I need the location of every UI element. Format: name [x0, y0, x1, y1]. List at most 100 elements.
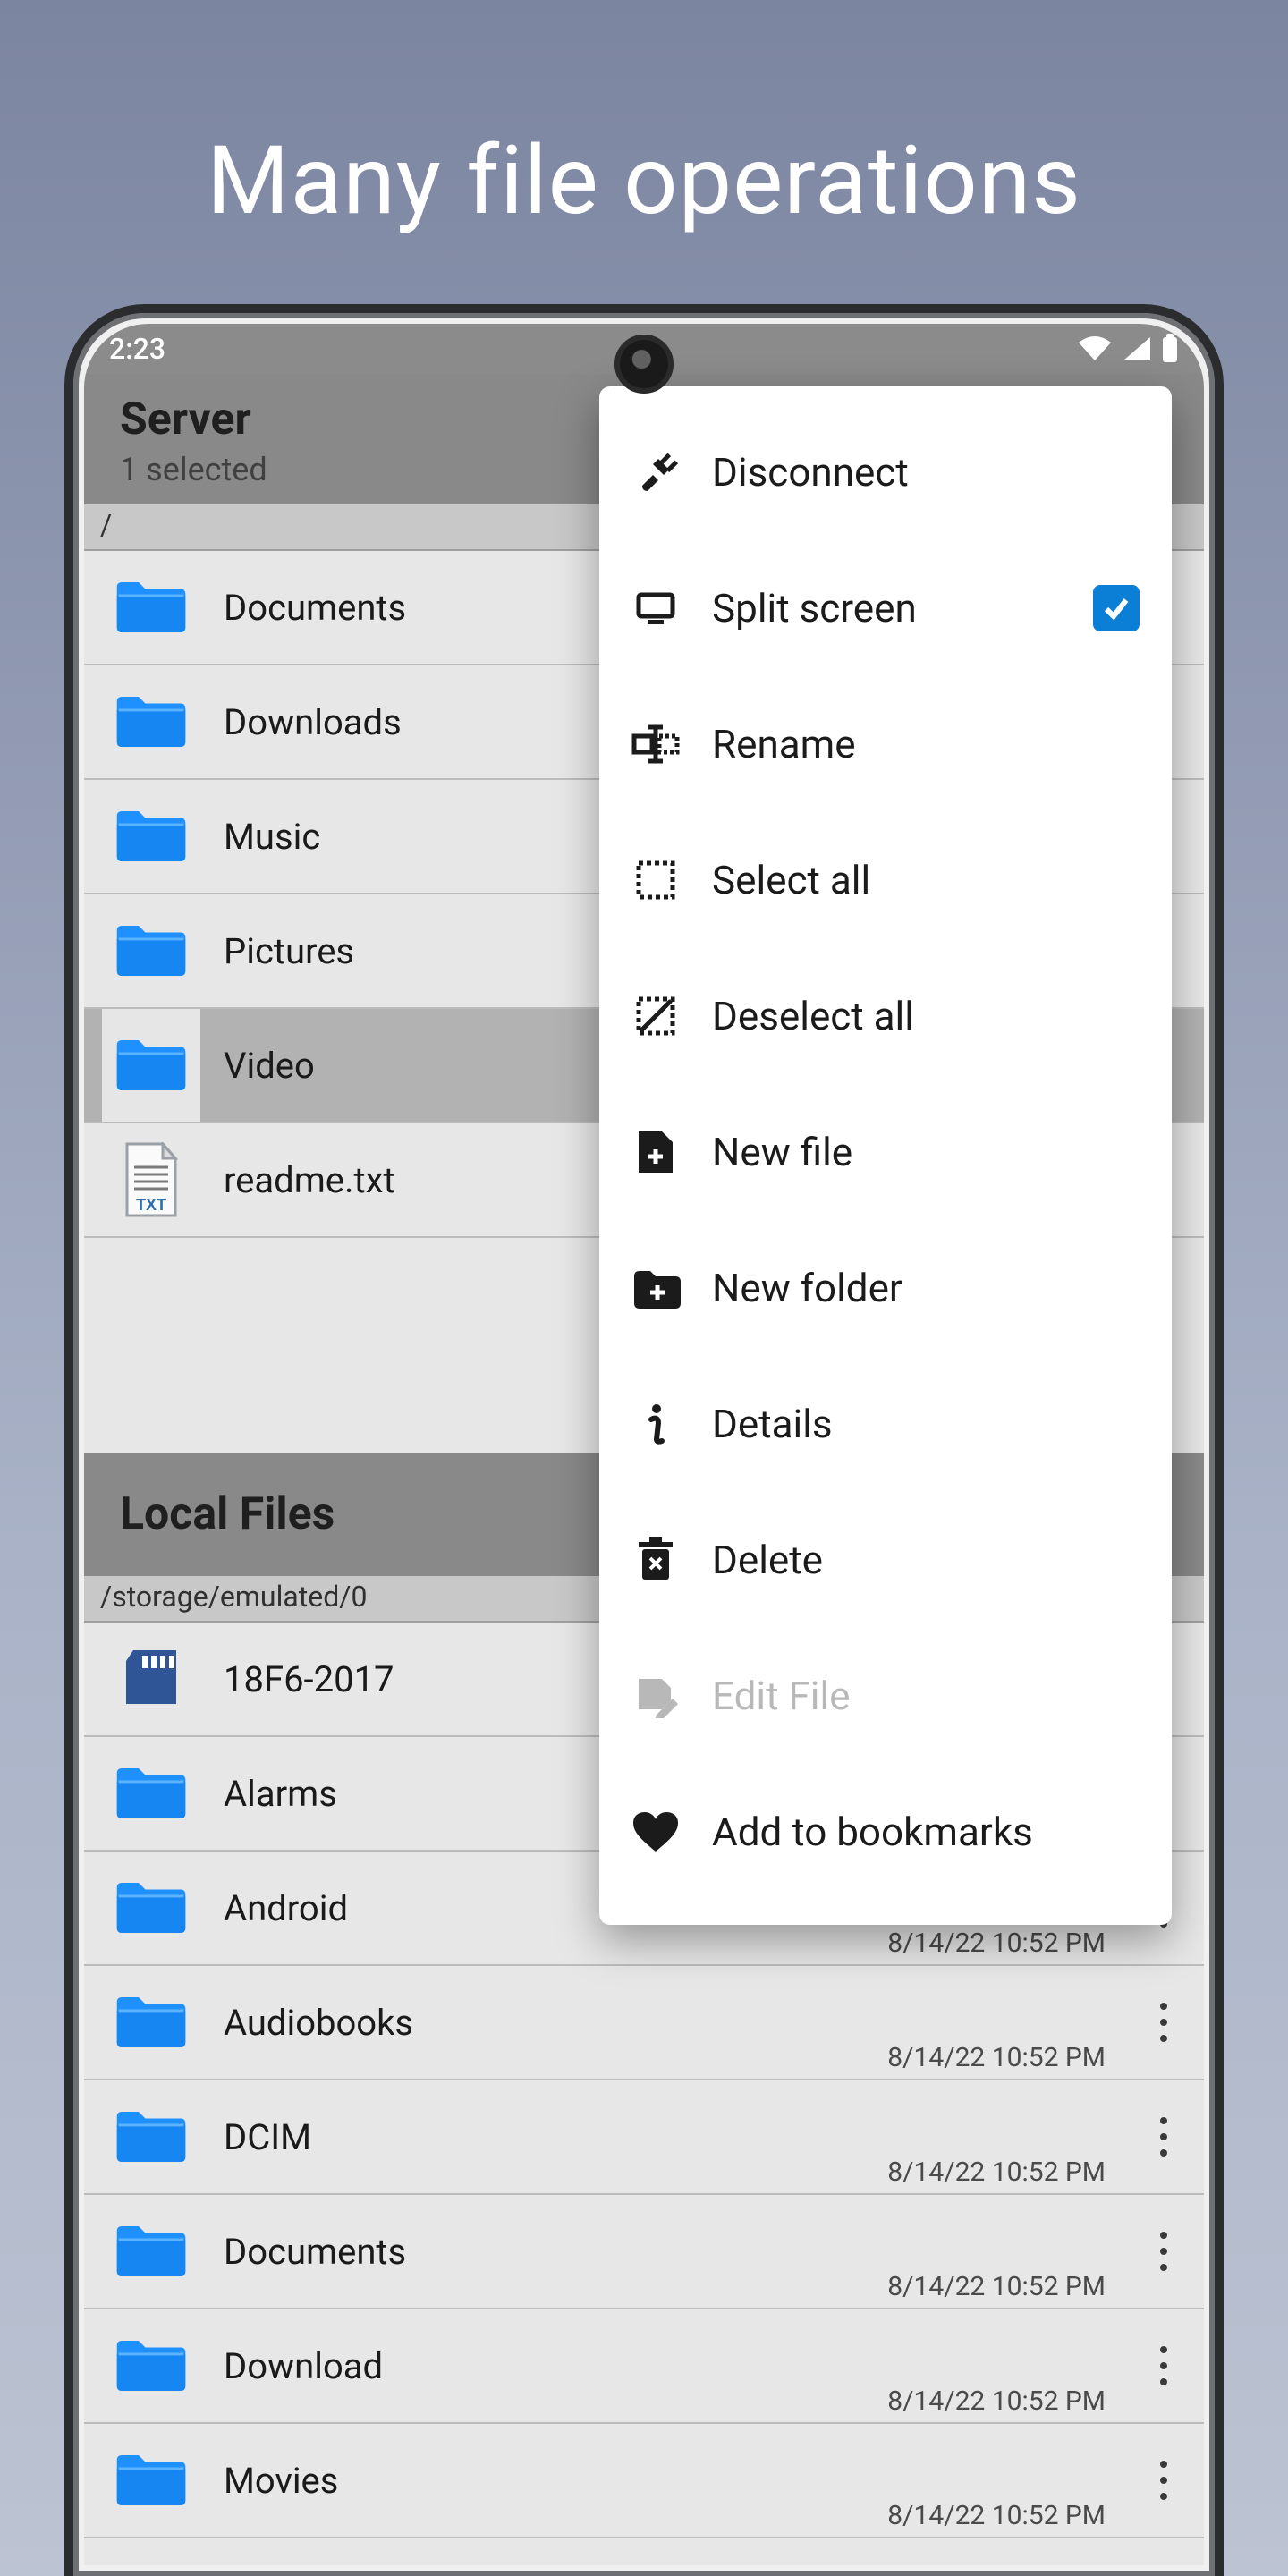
file-icon-wrap [102, 1123, 200, 1236]
context-menu: Disconnect Split screen Rename Select al… [599, 386, 1172, 1925]
folder-icon [114, 1992, 189, 2053]
edit-icon [624, 1674, 687, 1718]
menu-item-label: New file [712, 1129, 852, 1175]
device-frame: 2:23 Server 1 selected / Documents Downl… [64, 304, 1224, 2576]
menu-item-label: Deselect all [712, 993, 914, 1039]
file-icon-wrap [102, 1623, 200, 1735]
file-icon-wrap [102, 894, 200, 1007]
file-name-label: Android [224, 1887, 348, 1929]
menu-item-label: Details [712, 1401, 833, 1447]
menu-item-details[interactable]: Details [599, 1356, 1172, 1492]
menu-item-label: Disconnect [712, 449, 909, 496]
menu-item-label: Rename [712, 721, 856, 767]
menu-item-label: Edit File [712, 1673, 850, 1719]
file-row[interactable]: Movies 8/14/22 10:52 PM [84, 2424, 1204, 2538]
folder-icon [114, 1035, 189, 1096]
status-right-icons [1077, 334, 1179, 364]
txt-file-icon [120, 1142, 182, 1217]
cell-signal-icon [1122, 335, 1152, 362]
menu-item-label: Delete [712, 1537, 823, 1583]
menu-item-editfile: Edit File [599, 1628, 1172, 1764]
info-icon [624, 1402, 687, 1446]
file-name-label: DCIM [224, 2116, 311, 2158]
file-name-label: Alarms [224, 1773, 337, 1815]
battery-icon [1161, 334, 1179, 364]
file-date: 8/14/22 10:52 PM [887, 2500, 1106, 2531]
menu-item-label: Add to bookmarks [712, 1809, 1033, 1855]
folder-icon [114, 806, 189, 867]
more-options-button[interactable] [1141, 2117, 1186, 2157]
menu-item-bookmark[interactable]: Add to bookmarks [599, 1764, 1172, 1900]
folder-icon [114, 1763, 189, 1824]
file-name-label: Documents [224, 2231, 406, 2273]
file-icon-wrap [102, 1009, 200, 1122]
file-date: 8/14/22 10:52 PM [887, 1928, 1106, 1959]
select-all-icon [624, 858, 687, 902]
file-date: 8/14/22 10:52 PM [887, 2157, 1106, 2188]
more-options-button[interactable] [1141, 2003, 1186, 2042]
file-name-label: Video [224, 1045, 315, 1087]
new-file-icon [624, 1128, 687, 1176]
file-row[interactable]: Download 8/14/22 10:52 PM [84, 2309, 1204, 2424]
file-icon-wrap [102, 2309, 200, 2422]
file-icon-wrap [102, 2424, 200, 2537]
deselect-all-icon [624, 994, 687, 1038]
file-name-label: 18F6-2017 [224, 1658, 394, 1700]
menu-item-label: Select all [712, 857, 870, 903]
folder-icon [114, 577, 189, 638]
menu-item-newfile[interactable]: New file [599, 1084, 1172, 1220]
file-row[interactable]: Documents 8/14/22 10:52 PM [84, 2195, 1204, 2309]
file-icon-wrap [102, 2195, 200, 2308]
file-date: 8/14/22 10:52 PM [887, 2042, 1106, 2073]
menu-item-delete[interactable]: Delete [599, 1492, 1172, 1628]
file-date: 8/14/22 10:52 PM [887, 2385, 1106, 2417]
rename-icon [624, 722, 687, 767]
more-options-button[interactable] [1141, 2346, 1186, 2385]
check-icon [1093, 585, 1140, 631]
promo-title: Many file operations [0, 0, 1288, 290]
menu-item-label: New folder [712, 1265, 902, 1311]
folder-icon [114, 2335, 189, 2396]
file-icon-wrap [102, 1966, 200, 2079]
status-time: 2:23 [109, 332, 165, 366]
folder-icon [114, 691, 189, 752]
file-icon-wrap [102, 551, 200, 664]
menu-item-rename[interactable]: Rename [599, 676, 1172, 812]
file-row[interactable]: DCIM 8/14/22 10:52 PM [84, 2080, 1204, 2195]
new-folder-icon [624, 1267, 687, 1309]
file-name-label: Music [224, 816, 320, 858]
file-icon-wrap [102, 2080, 200, 2193]
menu-item-newfolder[interactable]: New folder [599, 1220, 1172, 1356]
file-icon-wrap [102, 1852, 200, 1964]
file-icon-wrap [102, 780, 200, 893]
split-icon [624, 586, 687, 631]
menu-item-label: Split screen [712, 585, 917, 631]
file-icon-wrap [102, 665, 200, 778]
heart-icon [624, 1810, 687, 1853]
more-options-button[interactable] [1141, 2461, 1186, 2500]
trash-icon [624, 1537, 687, 1583]
screen: 2:23 Server 1 selected / Documents Downl… [84, 324, 1204, 2565]
wifi-icon [1077, 335, 1113, 362]
sdcard-icon [119, 1647, 183, 1711]
folder-icon [114, 1877, 189, 1938]
plug-icon [624, 450, 687, 495]
folder-icon [114, 920, 189, 981]
camera-punch-icon [614, 335, 674, 394]
file-name-label: Downloads [224, 701, 402, 743]
menu-item-selectall[interactable]: Select all [599, 812, 1172, 948]
menu-item-deselectall[interactable]: Deselect all [599, 948, 1172, 1084]
folder-icon [114, 2221, 189, 2282]
file-name-label: Download [224, 2345, 383, 2387]
file-name-label: Documents [224, 587, 406, 629]
file-row[interactable]: Audiobooks 8/14/22 10:52 PM [84, 1966, 1204, 2080]
folder-icon [114, 2106, 189, 2167]
file-icon-wrap [102, 1737, 200, 1850]
folder-icon [114, 2450, 189, 2511]
file-name-label: Audiobooks [224, 2002, 413, 2044]
file-name-label: Movies [224, 2460, 338, 2502]
menu-item-split[interactable]: Split screen [599, 540, 1172, 676]
more-options-button[interactable] [1141, 2232, 1186, 2271]
menu-item-disconnect[interactable]: Disconnect [599, 404, 1172, 540]
file-date: 8/14/22 10:52 PM [887, 2271, 1106, 2302]
